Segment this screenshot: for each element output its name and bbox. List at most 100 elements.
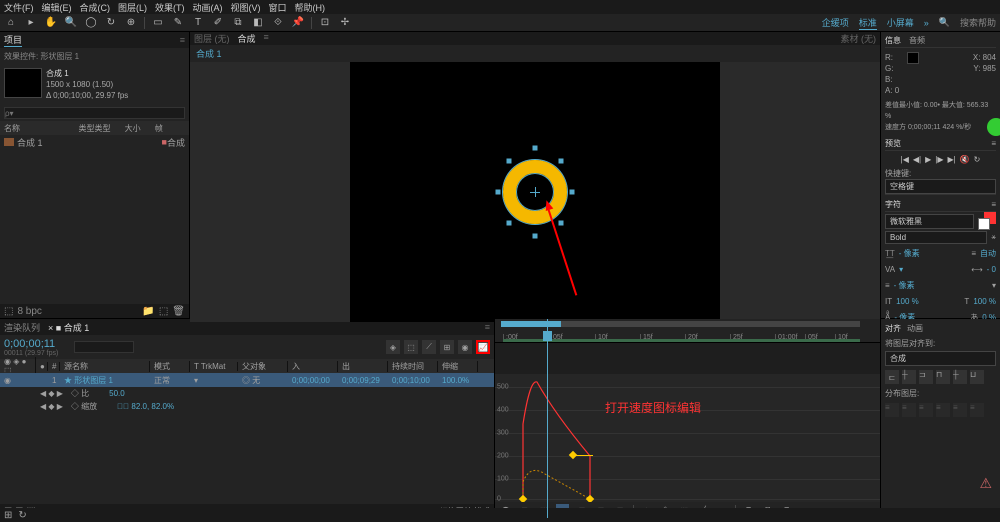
workspace-small[interactable]: 小屏幕 [887,16,914,29]
tab-effects[interactable]: 效果控件: 形状图层 1 [4,51,79,62]
brush-tool-icon[interactable]: ✐ [211,16,225,30]
current-timecode[interactable]: 0;00;00;11 [4,338,58,350]
tab-audio[interactable]: 音频 [909,35,925,46]
comp-flowchart-icon[interactable]: ◈ [386,340,400,354]
viewer-tab-comp[interactable]: 合成 [238,32,256,45]
timeline-search-input[interactable] [74,341,134,353]
motionblur-icon[interactable]: ◉ [458,340,472,354]
viewer-tab-layer[interactable]: 图层 (无) [194,32,230,45]
tab-render-queue[interactable]: 渲染队列 [4,321,40,334]
project-row-comp1[interactable]: 合成 1 ■ 合成 [0,135,189,149]
search-icon[interactable]: 🔍 [939,17,950,28]
viewer-comp-name[interactable]: 合成 1 [196,49,222,59]
tracking-value[interactable]: - 0 [987,265,996,274]
tab-info[interactable]: 信息 [885,35,901,46]
tab-character[interactable]: 字符 [885,199,901,210]
search-help[interactable]: 搜索帮助 [960,16,996,29]
mode-icon[interactable]: ✢ [338,16,352,30]
workspace-standard[interactable]: 标准 [859,16,877,30]
rotate-tool-icon[interactable]: ↻ [104,16,118,30]
project-search-input[interactable] [4,107,185,119]
font-weight-dropdown[interactable]: Bold [885,231,987,244]
mute-icon[interactable]: 🔇 [960,155,970,164]
home-icon[interactable]: ⌂ [4,16,18,30]
clone-tool-icon[interactable]: ⧉ [231,16,245,30]
composition-canvas[interactable] [350,62,720,322]
eraser-tool-icon[interactable]: ◧ [251,16,265,30]
leading-value[interactable]: 自动 [980,248,996,259]
status-icon-2[interactable]: ↻ [18,510,26,521]
shortcut-dropdown[interactable]: 空格键 [885,179,996,194]
align-right-icon[interactable]: ⊐ [919,370,933,384]
selection-tool-icon[interactable]: ▸ [24,16,38,30]
anchor-tool-icon[interactable]: ⊕ [124,16,138,30]
graph-editor-button[interactable]: 📈 [476,340,490,354]
next-frame-icon[interactable]: |▶ [935,155,943,164]
viewer-canvas-area[interactable] [190,62,880,322]
warning-icon[interactable]: ⚠ [979,475,992,492]
tab-align[interactable]: 对齐 [885,323,901,334]
stroke-width-value[interactable]: - 像素 [894,280,915,291]
status-icon-1[interactable]: ⊞ [4,510,12,521]
menu-comp[interactable]: 合成(C) [80,1,111,14]
zoom-tool-icon[interactable]: 🔍 [64,16,78,30]
menu-anim[interactable]: 动画(A) [193,1,223,14]
kerning-value[interactable]: ▾ [899,265,903,274]
roto-tool-icon[interactable]: ⟐ [271,16,285,30]
menu-effect[interactable]: 效果(T) [155,1,185,14]
last-frame-icon[interactable]: ▶| [947,155,955,164]
tab-project[interactable]: 项目 [4,33,22,47]
snap-icon[interactable]: ⊡ [318,16,332,30]
loop-icon[interactable]: ↻ [974,155,981,164]
align-vcenter-icon[interactable]: ┼ [953,370,967,384]
property-row-1[interactable]: ◀ ◆ ▶ ◇ 比 50.0 [0,387,494,400]
align-to-dropdown[interactable]: 合成 [885,351,996,366]
menu-edit[interactable]: 编辑(E) [42,1,72,14]
speed-graph[interactable]: 500 400 300 200 100 0 打开速度图标编辑 [495,374,880,502]
menu-layer[interactable]: 图层(L) [118,1,147,14]
align-top-icon[interactable]: ⊓ [936,370,950,384]
graph-editor-panel[interactable]: :00f 05f 10f 15f 20f 25f 01:00f 05f 10f … [495,319,880,518]
hscale-value[interactable]: 100 % [973,297,996,306]
tab-anim[interactable]: 动画 [907,323,923,334]
stroke-style-dropdown[interactable]: ▾ [992,281,996,290]
menu-view[interactable]: 视图(V) [231,1,261,14]
draft3d-icon[interactable]: ⬚ [404,340,418,354]
bpc-button[interactable]: 8 bpc [17,306,41,317]
text-tool-icon[interactable]: T [191,16,205,30]
eyedropper-icon[interactable]: ⚹ [991,232,996,242]
hand-tool-icon[interactable]: ✋ [44,16,58,30]
viewer-tab-footage[interactable]: 素材 (无) [841,32,877,45]
menu-file[interactable]: 文件(F) [4,1,34,14]
tab-timeline-comp[interactable]: × ■ 合成 1 [48,321,89,334]
workspace-cache[interactable]: 企缓项 [822,16,849,29]
menu-help[interactable]: 帮助(H) [295,1,326,14]
frameblend-icon[interactable]: ⊞ [440,340,454,354]
new-comp-icon[interactable]: ⬚ [159,306,168,317]
tab-preview[interactable]: 预览 [885,138,901,149]
shape-tool-icon[interactable]: ▭ [151,16,165,30]
align-hcenter-icon[interactable]: ┼ [902,370,916,384]
font-family-dropdown[interactable]: 微软雅黑 [885,214,974,229]
align-left-icon[interactable]: ⊏ [885,370,899,384]
vscale-value[interactable]: 100 % [896,297,919,306]
menu-window[interactable]: 窗口 [269,1,287,14]
property-row-2[interactable]: ◀ ◆ ▶ ◇ 缩放 �ো 82.0, 82.0% [0,400,494,413]
prev-frame-icon[interactable]: ◀| [913,155,921,164]
first-frame-icon[interactable]: |◀ [901,155,909,164]
new-folder-icon[interactable]: 📁 [142,306,154,317]
workspace-more-icon[interactable]: » [924,18,929,28]
fill-stroke-swatch[interactable] [978,212,996,230]
font-size-value[interactable]: - 像素 [899,248,920,259]
align-bottom-icon[interactable]: ⊔ [970,370,984,384]
play-icon[interactable]: ▶ [925,155,931,164]
layer-row-1[interactable]: ◉ 1 ★ 形状图层 1 正常 ▾ ◎ 无 0;00;00;00 0;00;09… [0,373,494,387]
interpret-icon[interactable]: ⬚ [4,306,13,317]
puppet-tool-icon[interactable]: 📌 [291,16,305,30]
work-area-bar[interactable] [503,339,860,342]
delete-icon[interactable]: 🗑 [172,306,185,317]
shy-icon[interactable]: ⟋ [422,340,436,354]
orbit-tool-icon[interactable]: ◯ [84,16,98,30]
pen-tool-icon[interactable]: ✎ [171,16,185,30]
playhead[interactable] [547,319,548,518]
